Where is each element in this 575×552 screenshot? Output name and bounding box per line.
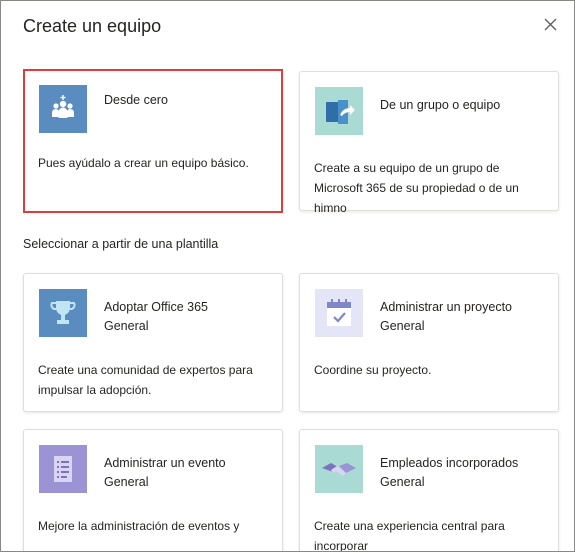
card-subtitle: General: [104, 319, 149, 333]
card-subtitle: General: [380, 475, 425, 489]
card-title: Administrar un evento: [104, 456, 226, 470]
card-subtitle: General: [380, 319, 425, 333]
template-onboard-employees[interactable]: Empleados incorporados General Create un…: [299, 429, 559, 552]
dialog-title: Create un equipo: [23, 16, 162, 36]
card-from-scratch[interactable]: Desde cero Pues ayúdalo a crear un equip…: [23, 69, 283, 213]
template-manage-event[interactable]: Administrar un evento General Mejore la …: [23, 429, 283, 551]
close-icon[interactable]: [541, 15, 561, 35]
card-description: Create a su equipo de un grupo de Micros…: [314, 161, 519, 215]
card-title: Empleados incorporados: [380, 456, 519, 470]
template-adopt-office[interactable]: Adoptar Office 365 General Create una co…: [23, 273, 283, 412]
calendar-check-icon: [315, 289, 363, 337]
card-subtitle: General: [104, 475, 149, 489]
card-description: Coordine su proyecto.: [314, 363, 432, 377]
group-arrow-icon: [315, 87, 363, 135]
people-icon: [39, 85, 87, 133]
card-description: Create una comunidad de expertos para im…: [38, 363, 253, 397]
template-manage-project[interactable]: Administrar un proyecto General Coordine…: [299, 273, 559, 412]
checklist-icon: [39, 445, 87, 493]
card-title: Desde cero: [104, 93, 168, 107]
template-section-label: Seleccionar a partir de una plantilla: [23, 237, 219, 251]
card-title: Adoptar Office 365: [104, 300, 209, 314]
card-description: Create una experiencia central para inco…: [314, 519, 505, 552]
card-title: Administrar un proyecto: [380, 300, 513, 314]
card-description: Mejore la administración de eventos y: [38, 519, 240, 533]
card-description: Pues ayúdalo a crear un equipo básico.: [38, 156, 249, 170]
card-title: De un grupo o equipo: [380, 98, 501, 112]
card-from-group[interactable]: De un grupo o equipo Create a su equipo …: [299, 71, 559, 215]
create-team-dialog: Create un equipo Desde cero Pues ayúdalo…: [0, 0, 575, 552]
handshake-icon: [315, 445, 363, 493]
trophy-icon: [39, 289, 87, 337]
